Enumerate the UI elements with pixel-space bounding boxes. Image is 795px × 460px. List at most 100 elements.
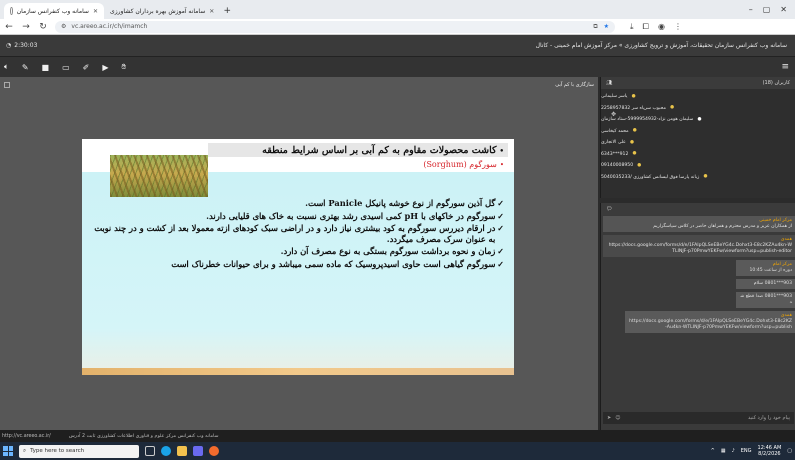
back-icon[interactable]: ← xyxy=(4,22,14,32)
close-window-button[interactable]: ✕ xyxy=(780,5,787,14)
chat-message: مرکز امام خمینی از همکاران عزیز و مدرس م… xyxy=(603,216,795,232)
system-tray: ^ ▦ ♪ ENG 12:46 AM 8/2/2026 ▢ xyxy=(711,445,792,457)
slide-title: • کاشت محصولات مقاوم به کم آبی بر اساس ش… xyxy=(208,143,508,157)
chat-link[interactable]: https://docs.google.com/forms/d/e/1FAIpQ… xyxy=(629,319,792,331)
attendee-item[interactable]: ● 09140008950 xyxy=(601,160,795,172)
notification-icon[interactable]: ▢ xyxy=(787,448,792,454)
minimize-button[interactable]: – xyxy=(749,5,753,14)
chat-text: از همکاران عزیز و مدرس محترم و همراهان ح… xyxy=(653,224,792,229)
chat-header: 💬︎ xyxy=(601,203,795,215)
profile-icon[interactable]: ◉ xyxy=(658,22,665,32)
os-taskbar: ⌕ Type here to search ^ ▦ ♪ ENG 12:46 AM… xyxy=(0,442,795,460)
slide-title-text: کاشت محصولات مقاوم به کم آبی بر اساس شرا… xyxy=(262,144,497,156)
status-url: http://vc.areeo.ac.ir/ xyxy=(2,433,51,439)
chat-input-placeholder: پیام خود را وارد کنید xyxy=(747,415,790,421)
file-explorer-icon[interactable] xyxy=(177,446,187,456)
tab-training[interactable]: سامانه آموزش بهره برداران کشاورزی ✕ xyxy=(104,3,220,19)
mic-muted-icon[interactable]: ✎ xyxy=(22,63,29,72)
attendees-icon: 👥︎ xyxy=(606,80,613,86)
checkmark-icon: ✓ xyxy=(497,198,504,208)
bullet-icon: • xyxy=(499,145,504,155)
taskbar-search[interactable]: ⌕ Type here to search xyxy=(19,444,139,458)
forward-icon[interactable]: → xyxy=(21,22,31,32)
download-icon[interactable]: ⤓ xyxy=(630,22,634,32)
search-placeholder: Type here to search xyxy=(30,448,85,454)
extensions-icon[interactable]: ⧠ xyxy=(643,22,649,32)
tab-webconference[interactable]: سامانه وب کنفرانس سازمان ✕ xyxy=(4,3,104,19)
attendee-item[interactable]: ● 912***6343 xyxy=(601,149,795,161)
attendee-item[interactable]: ● یاسر سلیمانی xyxy=(601,91,795,103)
play-icon[interactable]: ▶ xyxy=(102,63,108,72)
attendee-name: 09140008950 xyxy=(601,163,634,169)
bookmark-star-icon[interactable]: ★ xyxy=(604,23,609,31)
send-icon[interactable]: ➤ xyxy=(607,415,611,421)
attendee-item[interactable]: ● سلیمان هومن نژاد-5999954932-ستاد سازمان xyxy=(601,114,795,126)
address-bar[interactable]: ⚙ vc.areeo.ac.ir/ch/imamch ⧉ ★ xyxy=(55,20,615,33)
slide-bullet: ✓ زمان و نحوه برداشت سورگوم بستگی به نوع… xyxy=(92,246,504,257)
slide-bullet-text: سورگوم گیاهی است حاوی اسیدپروسیک که ماده… xyxy=(171,258,496,269)
clock-icon: ◔ xyxy=(6,42,12,49)
attendee-item[interactable]: ● زبانه پارسا فوق لیسانس کشاورزی /5040035… xyxy=(601,172,795,184)
chat-panel: 💬︎ مرکز امام خمینی از همکاران عزیز و مدر… xyxy=(600,203,795,430)
checkmark-icon: ✓ xyxy=(497,258,504,269)
firefox-icon[interactable] xyxy=(209,446,219,456)
network-icon[interactable]: ▦ xyxy=(721,448,726,454)
attendees-header: 👥︎ کاربران (18) xyxy=(601,77,795,89)
person-icon: ● xyxy=(631,93,636,99)
translate-icon[interactable]: ⧉ xyxy=(593,23,597,31)
timer-value: 2:30:03 xyxy=(14,42,38,49)
speaker-icon[interactable]: 🔈︎ xyxy=(4,62,9,72)
person-icon: ● xyxy=(632,151,637,157)
share-pod-header: سازگاری با کم آبی xyxy=(0,80,598,90)
sorghum-photo xyxy=(110,155,208,197)
attendee-name: سلیمان هومن نژاد-5999954932-ستاد سازمان xyxy=(601,117,694,123)
edge-icon[interactable] xyxy=(161,446,171,456)
person-icon: ● xyxy=(669,105,674,111)
hamburger-menu-icon[interactable]: ≡ xyxy=(781,62,789,72)
attendee-item[interactable]: ● محمد کیخاسی xyxy=(601,126,795,138)
tab-favicon-icon xyxy=(10,7,13,15)
reload-icon[interactable]: ↻ xyxy=(38,22,48,32)
tab-title: سامانه وب کنفرانس سازمان xyxy=(16,7,89,15)
slide-bottom-strip xyxy=(82,368,514,375)
attendee-item[interactable]: ● علی الانجاری xyxy=(601,137,795,149)
maximize-button[interactable]: ▢ xyxy=(763,5,771,14)
person-icon: ● xyxy=(632,128,637,134)
attendees-count: کاربران (18) xyxy=(762,80,790,86)
attendee-item[interactable]: ● محبوب سرپاه سر 2258957832 xyxy=(601,103,795,115)
attendee-name: محبوب سرپاه سر 2258957832 xyxy=(601,105,666,111)
tab-close-icon[interactable]: ✕ xyxy=(93,8,98,15)
tab-close-icon[interactable]: ✕ xyxy=(209,8,214,15)
new-tab-button[interactable]: + xyxy=(220,3,234,19)
slide-bullet-text: زمان و نحوه برداشت سورگوم بستگی به نوع م… xyxy=(280,246,496,257)
browser-tab-bar: سامانه وب کنفرانس سازمان ✕ سامانه آموزش … xyxy=(0,0,795,19)
emoji-icon[interactable]: ☺ xyxy=(615,415,620,421)
app-header: ◔ 2:30:03 سامانه وب کنفرانس سازمان تحقیق… xyxy=(0,35,795,57)
person-icon: ● xyxy=(637,162,642,168)
slide-bullet: ✓ در ارقام دیررس سورگوم به کود بیشتری نی… xyxy=(92,223,504,244)
slide-bullet-text: در ارقام دیررس سورگوم به کود بیشتری نیاز… xyxy=(94,223,496,244)
chat-message: همدی https://docs.google.com/forms/d/e/1… xyxy=(603,235,795,257)
chat-icon: 💬︎ xyxy=(606,206,613,212)
input-language[interactable]: ENG xyxy=(741,448,752,454)
attendee-name: محمد کیخاسی xyxy=(601,128,629,134)
windows-start-icon[interactable] xyxy=(3,446,13,456)
raise-hand-icon[interactable]: ✋︎ xyxy=(122,62,127,72)
search-icon: ⌕ xyxy=(23,447,27,454)
taskbar-clock[interactable]: 12:46 AM 8/2/2026 xyxy=(758,445,782,457)
pod-options-icon[interactable] xyxy=(4,82,10,88)
site-info-icon[interactable]: ⚙ xyxy=(61,23,66,30)
tray-up-chevron-icon[interactable]: ^ xyxy=(711,448,715,454)
attendee-name: علی الانجاری xyxy=(601,140,626,146)
task-view-icon[interactable] xyxy=(145,446,155,456)
chat-link[interactable]: https://docs.google.com/forms/d/e/1FAIpQ… xyxy=(607,243,792,255)
browser-menu-icon[interactable]: ⋮ xyxy=(674,22,682,32)
volume-icon[interactable]: ♪ xyxy=(732,448,735,454)
attendee-list: ● یاسر سلیمانی ● محبوب سرپاه سر 2258957832… xyxy=(601,91,795,183)
camera-icon[interactable]: ■ xyxy=(42,63,50,72)
store-icon[interactable] xyxy=(193,446,203,456)
screen-share-icon[interactable]: ▭ xyxy=(62,63,70,72)
checkmark-icon: ✓ xyxy=(497,223,504,234)
chat-input[interactable]: ➤ ☺ پیام خود را وارد کنید xyxy=(603,412,794,424)
draw-icon[interactable]: ✐ xyxy=(83,63,90,72)
